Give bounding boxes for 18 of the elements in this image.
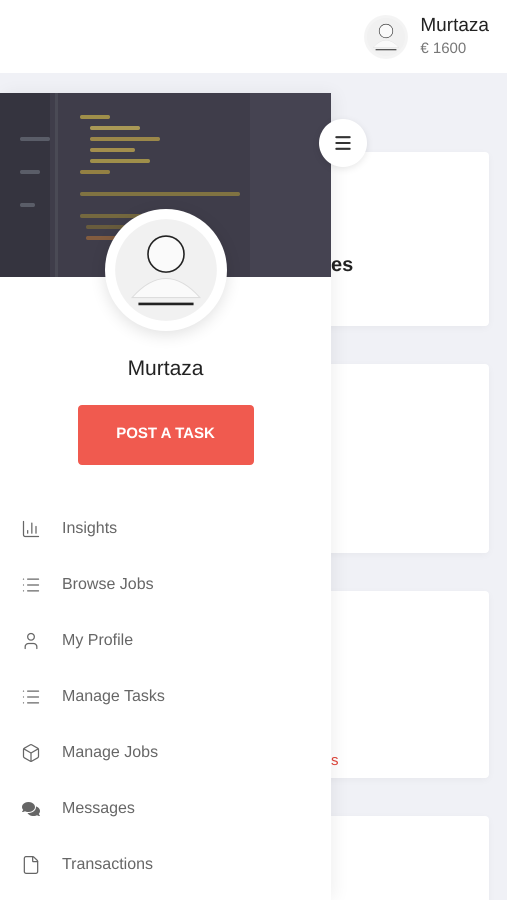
- menu-item[interactable]: Browse Jobs: [0, 556, 331, 612]
- bar-chart-icon: [21, 518, 41, 538]
- card-title: es: [331, 254, 354, 276]
- menu-item[interactable]: Transactions: [0, 836, 331, 892]
- menu-item[interactable]: My Profile: [0, 612, 331, 668]
- balance: € 1600: [420, 38, 468, 58]
- box-icon: [21, 742, 41, 762]
- menu-item[interactable]: Messages: [0, 780, 331, 836]
- file-icon: [21, 854, 41, 874]
- menu-item[interactable]: Manage Jobs: [0, 724, 331, 780]
- chat-bubbles-icon: [22, 800, 40, 818]
- user-name: Murtaza: [420, 14, 489, 38]
- card-link[interactable]: s: [331, 752, 338, 769]
- post-task-button[interactable]: POST A TASK: [78, 404, 254, 464]
- menu-item[interactable]: Manage Tasks: [0, 668, 331, 724]
- menu-item[interactable]: Insights: [0, 500, 331, 556]
- profile-name: Murtaza: [128, 356, 204, 382]
- menu-icon: [333, 133, 353, 153]
